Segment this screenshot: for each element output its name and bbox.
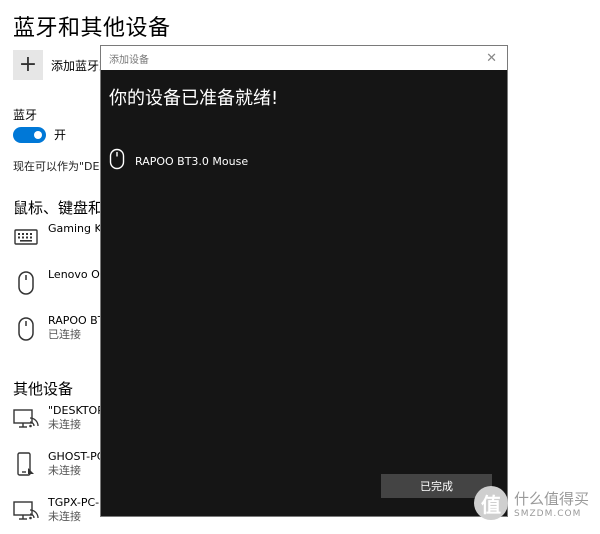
pc-wireless-icon (13, 496, 39, 526)
bluetooth-toggle[interactable] (13, 126, 46, 143)
device-status: 未连接 (48, 418, 81, 431)
section-title-input-devices: 鼠标、键盘和 (13, 199, 104, 217)
bluetooth-label: 蓝牙 (13, 108, 38, 122)
mouse-icon (13, 268, 39, 298)
add-device-dialog: 添加设备 ✕ 你的设备已准备就绪! RAPOO BT3.0 Mouse 已完成 (100, 45, 508, 517)
mouse-icon (13, 314, 39, 344)
device-status: 未连接 (48, 510, 81, 523)
plus-icon: + (13, 50, 43, 80)
watermark-logo: 值 (474, 486, 508, 520)
paired-device-name: RAPOO BT3.0 Mouse (135, 154, 249, 168)
discoverable-text: 现在可以作为"DE (13, 160, 100, 173)
close-icon[interactable]: ✕ (486, 52, 497, 65)
paired-device: RAPOO BT3.0 Mouse (109, 148, 248, 174)
device-item[interactable]: "DESKTOP- 未连接 (13, 404, 108, 434)
add-device-button[interactable]: + 添加蓝牙或 (13, 50, 111, 80)
section-title-other-devices: 其他设备 (13, 380, 74, 398)
device-status: 已连接 (48, 328, 81, 341)
page-title: 蓝牙和其他设备 (13, 16, 171, 41)
device-item[interactable]: RAPOO BT 已连接 (13, 314, 104, 344)
toggle-knob (34, 130, 42, 139)
device-item[interactable]: GHOST-PC 未连接 (13, 450, 104, 480)
watermark-url: SMZDM.COM (514, 508, 582, 519)
phone-pc-icon (13, 450, 39, 480)
device-item[interactable]: Gaming KB (13, 222, 109, 252)
device-item[interactable]: Lenovo Op (13, 268, 107, 298)
dialog-heading: 你的设备已准备就绪! (109, 88, 279, 109)
device-status: 未连接 (48, 464, 81, 477)
device-name: Lenovo Op (48, 268, 107, 281)
keyboard-icon (13, 222, 39, 252)
toggle-state-label: 开 (54, 128, 67, 142)
dialog-title: 添加设备 (109, 54, 149, 66)
dialog-titlebar: 添加设备 ✕ (101, 46, 507, 70)
bluetooth-toggle-row: 开 (13, 126, 66, 143)
device-item[interactable]: TGPX-PC-L 未连接 (13, 496, 105, 526)
device-name: GHOST-PC (48, 450, 105, 463)
mouse-icon (109, 148, 125, 174)
watermark: 值 什么值得买 SMZDM.COM (474, 486, 589, 520)
pc-wireless-icon (13, 404, 39, 434)
watermark-text: 什么值得买 (514, 489, 590, 508)
device-name: TGPX-PC-L (48, 496, 106, 509)
device-name: RAPOO BT (48, 314, 105, 327)
device-name: "DESKTOP- (48, 404, 108, 417)
